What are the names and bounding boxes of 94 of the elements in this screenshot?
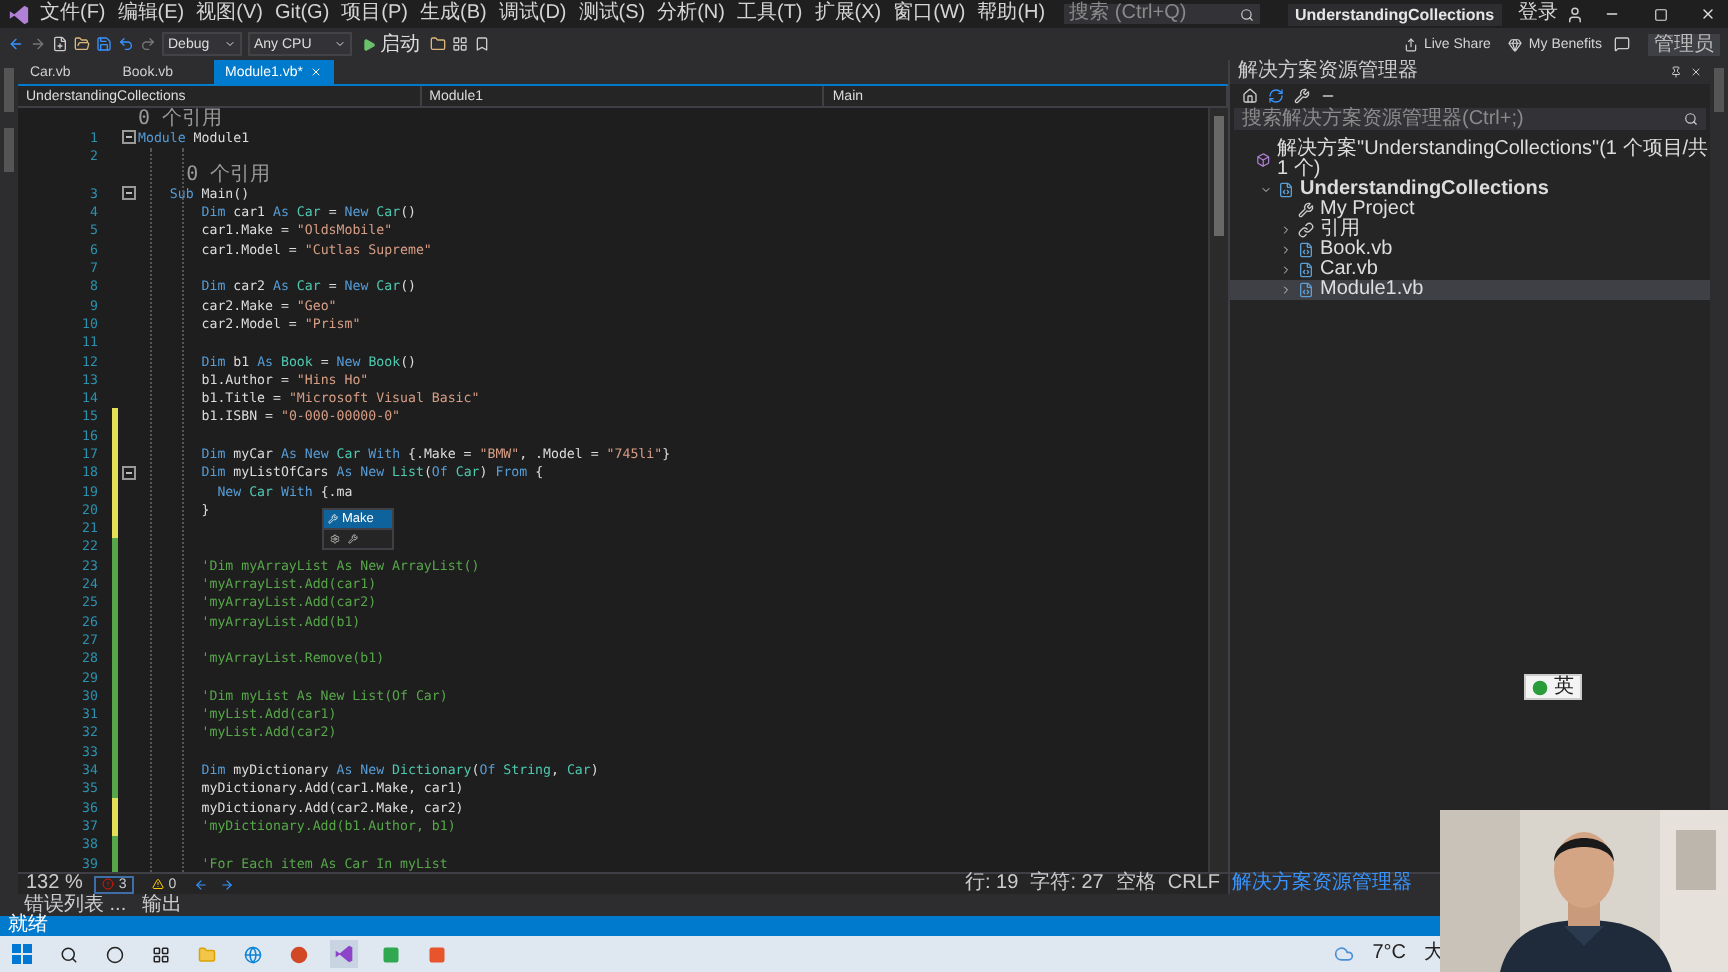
menu-item[interactable]: 项目(P) — [339, 2, 411, 26]
link-icon — [1298, 222, 1314, 238]
redo-icon[interactable] — [140, 36, 156, 52]
panel-tab[interactable]: 输出 — [142, 895, 183, 915]
folder-icon[interactable] — [430, 36, 446, 52]
wrench-icon — [328, 514, 338, 524]
wrench-icon[interactable] — [1294, 87, 1310, 103]
project-icon — [1278, 182, 1294, 198]
panel-tab[interactable]: 错误列表 ... — [24, 895, 127, 915]
selected-tree-row[interactable]: Module1.vb — [1230, 280, 1710, 300]
wrench-icon — [1298, 202, 1314, 218]
menu-item[interactable]: 帮助(H) — [975, 2, 1048, 26]
refresh-icon[interactable] — [1268, 87, 1284, 103]
file-icon — [1298, 262, 1314, 278]
feedback-icon[interactable] — [1614, 36, 1630, 52]
pin-icon[interactable] — [1670, 66, 1682, 78]
expand-icon[interactable] — [1259, 184, 1271, 196]
caret-icon — [224, 38, 236, 50]
menu-item[interactable]: 文件(F) — [37, 2, 108, 26]
user-icon[interactable] — [1566, 5, 1585, 23]
file-icon — [1298, 282, 1314, 298]
file-icon — [1298, 242, 1314, 258]
sign-in-link[interactable]: 登录 — [1518, 2, 1559, 26]
gem-icon — [1508, 37, 1523, 51]
indent-mode[interactable]: 空格 — [1115, 874, 1156, 894]
temperature: 7°C — [1372, 944, 1406, 964]
solution-icon — [1256, 152, 1272, 168]
undo-icon[interactable] — [118, 36, 134, 52]
collapse-toggle[interactable] — [121, 186, 135, 201]
reference-count[interactable]: 0 个引用 — [138, 110, 223, 129]
start-menu-icon[interactable] — [8, 940, 36, 968]
forward-icon[interactable] — [30, 36, 46, 52]
search-field[interactable]: 搜索解决方案资源管理器(Ctrl+;) — [1234, 108, 1706, 130]
new-file-icon[interactable] — [52, 36, 68, 52]
app-logo-icon — [8, 3, 30, 25]
menu-item[interactable]: 生成(B) — [418, 2, 489, 26]
play-icon — [362, 37, 376, 51]
close-icon — [310, 66, 323, 78]
warning-icon — [152, 878, 165, 890]
tree-item[interactable]: 解决方案"UnderstandingCollections"(1 个项目/共 1 个) — [1277, 140, 1710, 180]
status-text: 就绪 — [8, 916, 48, 936]
search-field[interactable]: 搜索 (Ctrl+Q) — [1063, 4, 1260, 24]
search-icon[interactable] — [1239, 7, 1254, 21]
line-ending[interactable]: CRLF — [1167, 874, 1220, 894]
reference-count[interactable]: 0 个引用 — [138, 165, 271, 185]
menu-item[interactable]: 扩展(X) — [812, 2, 884, 26]
tree-item[interactable]: Book.vb — [1320, 240, 1393, 260]
line-position: 行: 19 — [965, 874, 1019, 894]
close-icon — [1700, 6, 1717, 22]
tree-item[interactable]: Module1.vb — [1320, 280, 1424, 300]
tree-item[interactable]: 引用 — [1320, 220, 1360, 240]
grid-icon[interactable] — [452, 36, 468, 52]
menu-item[interactable]: 分析(N) — [655, 2, 727, 26]
ime-toolbar[interactable]: 英 — [1524, 674, 1582, 700]
share-icon — [1403, 37, 1418, 51]
error-icon — [102, 878, 115, 890]
menu-item[interactable]: 窗口(W) — [891, 2, 968, 26]
zoom-level[interactable]: 132 % — [26, 874, 83, 894]
collapse-toggle[interactable] — [121, 465, 135, 480]
start-button[interactable]: 启动 — [358, 31, 424, 57]
menu-item[interactable]: 视图(V) — [194, 2, 265, 26]
wrench-icon[interactable] — [348, 534, 358, 544]
back-icon[interactable] — [194, 877, 209, 891]
menu-item[interactable]: 调试(D) — [496, 2, 569, 26]
menu-item[interactable]: 测试(S) — [576, 2, 648, 26]
code-editor-icon[interactable] — [330, 940, 358, 968]
search-icon[interactable] — [1684, 112, 1698, 126]
expand-icon[interactable] — [1279, 264, 1291, 276]
expand-icon[interactable] — [1279, 224, 1291, 236]
tree-item[interactable]: UnderstandingCollections — [1300, 180, 1549, 200]
cloud-icon — [1334, 944, 1355, 964]
maximize-icon — [1653, 7, 1668, 21]
expand-icon[interactable] — [1279, 244, 1291, 256]
caret-icon — [334, 38, 346, 50]
menu-item[interactable]: Git(G) — [272, 2, 332, 26]
admin-badge: 管理员 — [1648, 33, 1720, 55]
scroll-bar[interactable] — [1208, 108, 1228, 872]
menu-item[interactable]: 工具(T) — [734, 2, 805, 26]
window-title: UnderstandingCollections — [1287, 3, 1503, 25]
expand-icon[interactable] — [1279, 284, 1291, 296]
panel-title: 解决方案资源管理器 — [1238, 60, 1420, 84]
folder-icon[interactable] — [74, 36, 90, 52]
menu-item[interactable]: 编辑(E) — [115, 2, 187, 26]
ime-logo-icon — [1532, 679, 1548, 695]
bookmark-icon[interactable] — [474, 36, 490, 52]
back-icon[interactable] — [8, 36, 24, 52]
tree-item[interactable]: My Project — [1320, 200, 1415, 220]
column-position: 字符: 27 — [1030, 874, 1104, 894]
home-icon[interactable] — [1242, 87, 1258, 103]
collapse-toggle[interactable] — [121, 130, 135, 145]
close-icon[interactable] — [1690, 66, 1702, 78]
save-icon[interactable] — [96, 36, 112, 52]
tree-item[interactable]: Car.vb — [1320, 260, 1378, 280]
forward-icon[interactable] — [220, 877, 235, 891]
